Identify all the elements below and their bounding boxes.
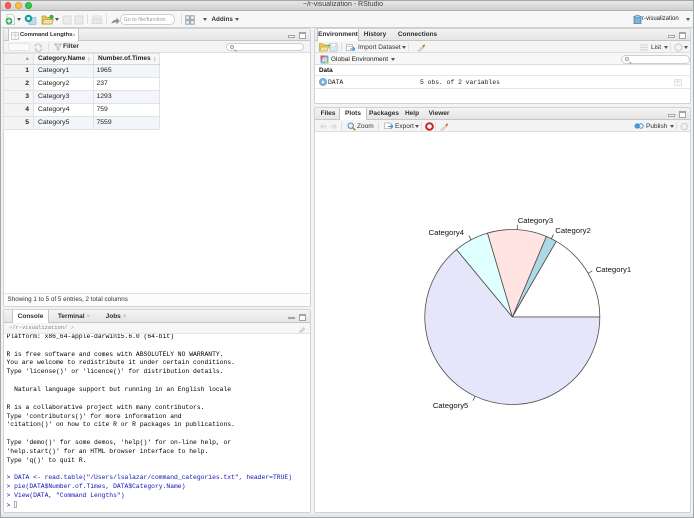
- svg-text:R: R: [322, 57, 327, 64]
